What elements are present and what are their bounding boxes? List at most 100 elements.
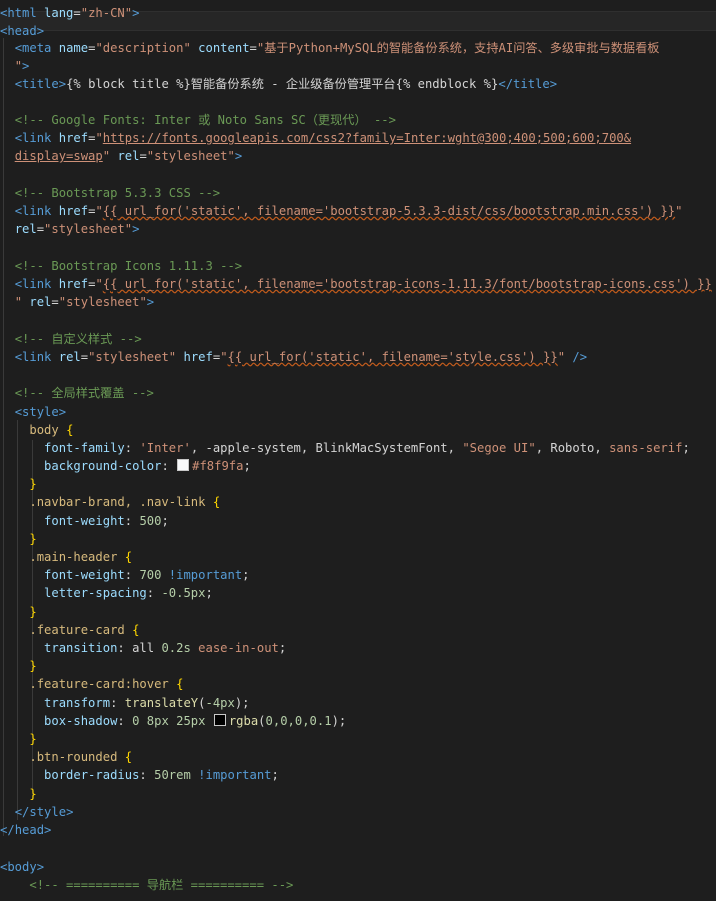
code-line[interactable]: font-weight: 500; xyxy=(0,512,169,530)
code-token-punc: /> xyxy=(572,350,588,364)
code-line[interactable]: } xyxy=(0,730,36,748)
code-token-str: " xyxy=(14,295,23,309)
code-line[interactable]: .feature-card:hover { xyxy=(0,675,183,693)
code-line[interactable]: } xyxy=(0,657,36,675)
code-line[interactable]: <!-- Bootstrap 5.3.3 CSS --> xyxy=(0,184,220,202)
code-token-str: " xyxy=(95,131,103,145)
code-token-str: "基于Python+MySQL的智能备份系统，支持AI问答、多级审批与数据看板 xyxy=(256,41,660,55)
code-token-str: "stylesheet" xyxy=(58,295,147,309)
code-token-sel: .feature-card xyxy=(29,623,125,637)
code-token-text: : xyxy=(161,459,177,473)
code-line[interactable]: } xyxy=(0,530,37,548)
code-token-text: = xyxy=(249,41,257,55)
color-swatch[interactable] xyxy=(177,459,190,471)
code-token-attr: href xyxy=(183,350,213,364)
code-token-prop: font-weight xyxy=(44,568,125,582)
code-line[interactable]: <head> xyxy=(0,22,44,40)
code-line[interactable]: <!-- Bootstrap Icons 1.11.3 --> xyxy=(0,257,242,275)
code-line[interactable]: <style> xyxy=(0,403,66,421)
code-line[interactable]: <!-- 全局样式覆盖 --> xyxy=(0,384,154,402)
code-token-num: 500 xyxy=(139,514,162,528)
code-token-prop: transition xyxy=(44,641,118,655)
code-line[interactable]: transition: all 0.2s ease-in-out; xyxy=(0,639,286,657)
code-line[interactable]: <meta name="description" content="基于Pyth… xyxy=(0,39,660,57)
code-token-str: "stylesheet" xyxy=(88,350,177,364)
code-editor[interactable]: <html lang="zh-CN"> <head> <meta name="de… xyxy=(0,0,716,901)
code-line[interactable]: } xyxy=(0,785,36,803)
code-line[interactable]: box-shadow: 0 8px 25px rgba(0,0,0,0.1); xyxy=(0,712,346,730)
code-line[interactable]: </head> xyxy=(0,821,51,839)
code-line[interactable]: border-radius: 50rem !important; xyxy=(0,766,279,784)
code-line[interactable]: .main-header { xyxy=(0,548,132,566)
code-line[interactable]: rel="stylesheet"> xyxy=(0,220,140,238)
code-line[interactable]: .navbar-brand, .nav-link { xyxy=(0,493,220,511)
code-line[interactable]: .feature-card { xyxy=(0,621,139,639)
code-line[interactable]: <body> xyxy=(0,858,44,876)
code-token-sel: .btn-rounded xyxy=(29,750,118,764)
code-line[interactable]: font-weight: 700 !important; xyxy=(0,566,249,584)
code-token-cmt: <!-- 全局样式覆盖 --> xyxy=(14,386,154,400)
code-token-attr: href xyxy=(58,277,89,291)
code-token-prop: background-color xyxy=(44,459,162,473)
color-swatch[interactable] xyxy=(213,714,226,726)
code-token-text: : xyxy=(124,568,140,582)
code-token-tag: style xyxy=(29,805,67,819)
code-line[interactable]: font-family: 'Inter', -apple-system, Bli… xyxy=(0,439,690,457)
code-line[interactable]: } xyxy=(0,603,36,621)
code-token-punc: < xyxy=(14,350,23,364)
code-line[interactable]: } xyxy=(0,475,36,493)
code-line[interactable]: background-color: #f8f9fa; xyxy=(0,457,251,475)
code-line[interactable]: <link href="{{ url_for('static', filenam… xyxy=(0,275,712,293)
code-line[interactable]: .btn-rounded { xyxy=(0,748,132,766)
code-line[interactable]: <!-- Google Fonts: Inter 或 Noto Sans SC（… xyxy=(0,111,396,129)
code-line[interactable]: <!-- ========== 导航栏 ========== --> xyxy=(0,876,293,894)
code-line[interactable]: " rel="stylesheet"> xyxy=(0,293,154,311)
code-token-str: "Segoe UI" xyxy=(462,441,536,455)
code-token-num: -4px xyxy=(205,696,235,710)
code-token-cmt: <!-- 自定义样式 --> xyxy=(14,332,142,346)
code-token-brace: } xyxy=(29,532,37,546)
code-line[interactable]: <title>{% block title %}智能备份系统 - 企业级备份管理… xyxy=(0,75,557,93)
code-line[interactable]: <!-- 自定义样式 --> xyxy=(0,330,142,348)
code-line[interactable]: <html lang="zh-CN"> xyxy=(0,4,139,22)
code-line[interactable]: <link href="https://fonts.googleapis.com… xyxy=(0,129,631,147)
code-line[interactable]: display=swap" rel="stylesheet"> xyxy=(0,147,243,165)
code-token-imp: !important xyxy=(198,768,272,782)
code-token-str: "zh-CN" xyxy=(80,6,133,20)
code-line[interactable]: <link href="{{ url_for('static', filenam… xyxy=(0,202,683,220)
code-line[interactable]: transform: translateY(-4px); xyxy=(0,694,250,712)
code-line[interactable]: <link rel="stylesheet" href="{{ url_for(… xyxy=(0,348,587,366)
code-token-text: = xyxy=(139,149,147,163)
code-line[interactable]: "> xyxy=(0,57,30,75)
code-token-punc: > xyxy=(58,77,67,91)
code-token-text: : xyxy=(124,514,140,528)
code-token-attr: rel xyxy=(58,350,81,364)
code-token-prop: border-radius xyxy=(44,768,140,782)
code-token-str: " xyxy=(220,350,228,364)
code-token-attr: name xyxy=(58,41,89,55)
code-line[interactable]: </style> xyxy=(0,803,74,821)
code-token-attr: lang xyxy=(44,6,74,20)
code-token-text: ; xyxy=(243,459,251,473)
code-token-punc: < xyxy=(14,277,23,291)
code-line[interactable]: body { xyxy=(0,421,73,439)
code-line[interactable]: letter-spacing: -0.5px; xyxy=(0,584,213,602)
code-token-str: "stylesheet" xyxy=(44,222,133,236)
